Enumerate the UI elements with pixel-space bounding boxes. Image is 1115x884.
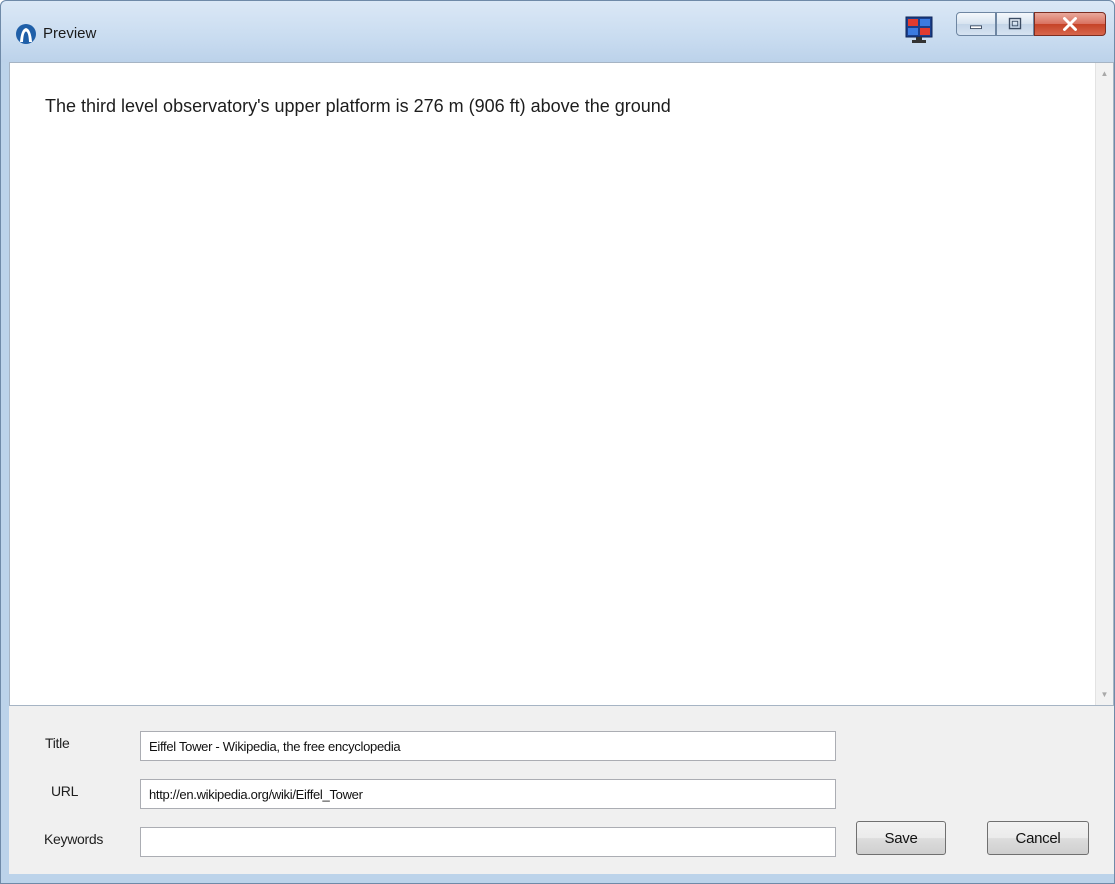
save-button[interactable]: Save [856, 821, 946, 855]
maximize-icon [1008, 17, 1022, 30]
url-field[interactable] [140, 779, 836, 809]
preview-window: Preview The third level observatory's up… [0, 0, 1115, 884]
url-label: URL [51, 783, 79, 799]
close-button[interactable] [1034, 12, 1106, 36]
title-label: Title [45, 735, 70, 751]
details-form: Title URL Keywords Save Cancel [9, 706, 1114, 874]
minimize-icon [970, 25, 982, 30]
scroll-up-icon[interactable]: ▲ [1099, 68, 1110, 79]
app-logo-icon [16, 24, 36, 44]
keywords-label: Keywords [44, 831, 104, 847]
title-bar[interactable]: Preview [1, 1, 1114, 62]
title-field[interactable] [140, 731, 836, 761]
window-frame-bottom [1, 874, 1114, 883]
cancel-button[interactable]: Cancel [987, 821, 1089, 855]
window-title: Preview [43, 25, 97, 42]
vertical-scrollbar[interactable]: ▲ ▼ [1095, 63, 1113, 705]
window-controls [956, 12, 1108, 38]
tile-windows-icon[interactable] [904, 15, 934, 45]
close-icon [1063, 17, 1077, 31]
maximize-button[interactable] [996, 12, 1034, 36]
preview-text: The third level observatory's upper plat… [45, 96, 671, 116]
scroll-down-icon[interactable]: ▼ [1099, 689, 1110, 700]
minimize-button[interactable] [956, 12, 996, 36]
keywords-field[interactable] [140, 827, 836, 857]
preview-pane[interactable]: The third level observatory's upper plat… [9, 62, 1114, 706]
